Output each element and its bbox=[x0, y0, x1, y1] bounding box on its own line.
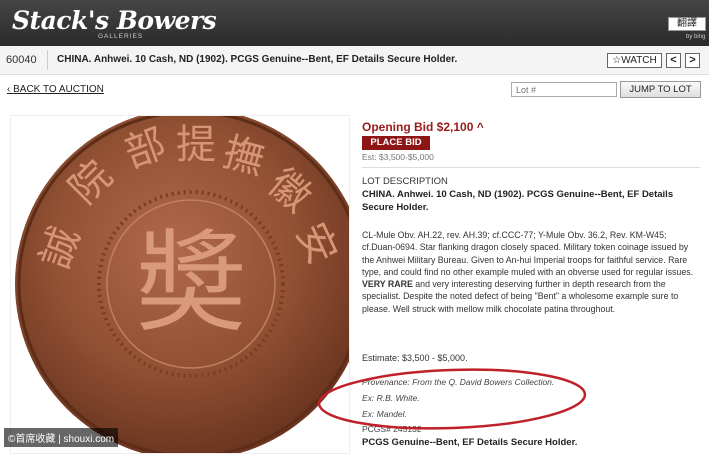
lot-description-heading: LOT DESCRIPTION bbox=[362, 176, 448, 187]
jump-to-lot-button[interactable]: JUMP TO LOT bbox=[620, 81, 701, 98]
provenance-ex: Ex: R.B. White. bbox=[362, 393, 420, 403]
watermark: ©首席收藏 | shouxi.com bbox=[4, 428, 119, 447]
description-body: CL-Mule Obv. AH.22, rev. AH.39; cf.CCC-7… bbox=[362, 229, 702, 315]
place-bid-button[interactable]: PLACE BID bbox=[362, 136, 430, 150]
estimate: Estimate: $3,500 - $5,000. bbox=[362, 353, 468, 363]
divider bbox=[362, 167, 700, 168]
description-title: CHINA. Anhwei. 10 Cash, ND (1902). PCGS … bbox=[362, 189, 674, 213]
lot-title: CHINA. Anhwei. 10 Cash, ND (1902). PCGS … bbox=[57, 54, 458, 65]
divider bbox=[47, 50, 48, 70]
coin-image-panel[interactable]: 奬 誠 院 部 提 撫 徽 安 bbox=[10, 115, 350, 454]
pcgs-description: PCGS Genuine--Bent, EF Details Secure Ho… bbox=[362, 437, 578, 448]
translate-button[interactable]: 翻譯 bbox=[668, 17, 706, 31]
coin-rim-char: 提 bbox=[176, 122, 216, 168]
provenance: Provenance: From the Q. David Bowers Col… bbox=[362, 377, 555, 387]
bing-label: by bing bbox=[686, 34, 706, 40]
coin-image: 奬 誠 院 部 提 撫 徽 安 bbox=[15, 116, 349, 453]
header-bar: Stack's Bowers GALLERIES 翻譯 by bing bbox=[0, 0, 709, 46]
provenance-ex: Ex: Mandel. bbox=[362, 409, 407, 419]
lot-title-bar: 60040 CHINA. Anhwei. 10 Cash, ND (1902).… bbox=[0, 46, 709, 75]
back-to-auction-label: BACK TO AUCTION bbox=[13, 84, 104, 95]
description-emphasis: VERY RARE bbox=[362, 279, 413, 290]
lot-number-input[interactable] bbox=[511, 82, 617, 97]
pcgs-number: PCGS# 245132 bbox=[362, 424, 422, 434]
prev-lot-button[interactable]: < bbox=[666, 53, 681, 68]
next-lot-button[interactable]: > bbox=[685, 53, 700, 68]
opening-bid: Opening Bid $2,100 ^ bbox=[362, 120, 484, 134]
estimate-short: Est: $3,500-$5,000 bbox=[362, 152, 434, 162]
lot-number: 60040 bbox=[6, 54, 37, 66]
logo[interactable]: Stack's Bowers bbox=[12, 8, 217, 34]
logo-subtitle: GALLERIES bbox=[98, 33, 144, 40]
back-to-auction-link[interactable]: ‹ BACK TO AUCTION bbox=[7, 84, 104, 95]
watch-button[interactable]: ☆WATCH bbox=[607, 53, 662, 68]
coin-center-character: 奬 bbox=[136, 219, 246, 347]
description-text: CL-Mule Obv. AH.22, rev. AH.39; cf.CCC-7… bbox=[362, 230, 694, 277]
